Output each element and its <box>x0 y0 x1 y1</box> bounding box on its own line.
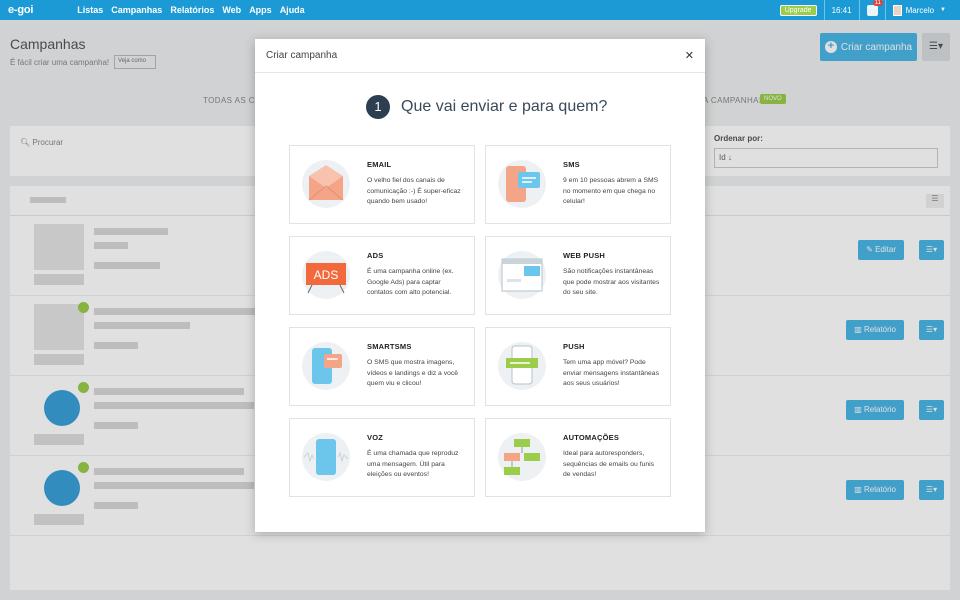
nav-item-web[interactable]: Web <box>222 5 241 15</box>
card-description: São notificações instantâneas que pode m… <box>563 268 660 296</box>
card-description: O SMS que mostra imagens, vídeos e landi… <box>367 359 459 387</box>
user-name[interactable]: Marcelo <box>906 6 934 15</box>
divider <box>823 0 825 20</box>
card-title: WEB PUSH <box>563 251 606 260</box>
card-description: Tem uma app móvel? Pode enviar mensagens… <box>563 359 659 387</box>
user-avatar[interactable] <box>892 4 902 16</box>
svg-text:ADS: ADS <box>314 268 339 282</box>
modal-title: Criar campanha <box>266 50 338 61</box>
channel-card-push[interactable]: PUSH Tem uma app móvel? Pode enviar mens… <box>485 327 671 406</box>
modal-header: Criar campanha <box>255 39 705 73</box>
step-heading: 1 Que vai enviar e para quem? <box>366 95 607 119</box>
card-description: 9 em 10 pessoas abrem a SMS no momento e… <box>563 177 659 205</box>
clock-time: 16:41 <box>831 5 852 15</box>
ads-icon: ADS <box>300 249 352 301</box>
channel-card-ads[interactable]: ADS ADS É uma campanha online (ex. Googl… <box>289 236 475 315</box>
card-title: SMARTSMS <box>367 342 412 351</box>
automation-flow-icon <box>496 431 548 483</box>
divider <box>858 0 860 20</box>
card-title: SMS <box>563 160 580 169</box>
channel-card-sms[interactable]: SMS 9 em 10 pessoas abrem a SMS no momen… <box>485 145 671 224</box>
card-title: PUSH <box>563 342 585 351</box>
top-navbar: e-goi Listas Campanhas Relatórios Web Ap… <box>0 0 960 20</box>
divider <box>884 0 886 20</box>
card-title: ADS <box>367 251 384 260</box>
nav-item-relatorios[interactable]: Relatórios <box>170 5 214 15</box>
card-description: O velho fiel dos canais de comunicação :… <box>367 177 461 205</box>
voice-phone-icon <box>300 431 352 483</box>
notification-count: 11 <box>872 0 883 6</box>
nav-item-campanhas[interactable]: Campanhas <box>111 5 162 15</box>
channel-card-email[interactable]: EMAIL O velho fiel dos canais de comunic… <box>289 145 475 224</box>
nav-item-listas[interactable]: Listas <box>77 5 103 15</box>
notifications-icon[interactable]: 11 <box>866 0 883 16</box>
card-description: É uma campanha online (ex. Google Ads) p… <box>367 268 454 296</box>
smartsms-phone-icon <box>300 340 352 392</box>
app-logo[interactable]: e-goi <box>8 4 33 16</box>
email-envelope-icon <box>300 158 352 210</box>
channel-card-smartsms[interactable]: SMARTSMS O SMS que mostra imagens, vídeo… <box>289 327 475 406</box>
main-nav: Listas Campanhas Relatórios Web Apps Aju… <box>77 5 312 15</box>
sms-phone-icon <box>496 158 548 210</box>
topbar-right: Upgrade 16:41 11 Marcelo ▼ <box>779 0 946 20</box>
card-title: EMAIL <box>367 160 392 169</box>
card-description: Ideal para autoresponders, sequências de… <box>563 450 655 478</box>
push-mobile-icon <box>496 340 548 392</box>
nav-item-ajuda[interactable]: Ajuda <box>280 5 305 15</box>
step-question: Que vai enviar e para quem? <box>401 98 608 115</box>
channel-card-web-push[interactable]: WEB PUSH São notificações instantâneas q… <box>485 236 671 315</box>
card-title: AUTOMAÇÕES <box>563 433 620 442</box>
create-campaign-modal: Criar campanha ✕ 1 Que vai enviar e para… <box>255 39 705 532</box>
nav-item-apps[interactable]: Apps <box>249 5 272 15</box>
channel-card-voz[interactable]: VOZ É uma chamada que reproduz uma mensa… <box>289 418 475 497</box>
channel-card-automacoes[interactable]: AUTOMAÇÕES Ideal para autoresponders, se… <box>485 418 671 497</box>
upgrade-button[interactable]: Upgrade <box>779 4 817 16</box>
close-icon[interactable]: ✕ <box>685 49 694 62</box>
step-number: 1 <box>366 95 390 119</box>
card-title: VOZ <box>367 433 384 442</box>
card-description: É uma chamada que reproduz uma mensagem.… <box>367 450 459 478</box>
chevron-down-icon[interactable]: ▼ <box>940 7 946 13</box>
web-push-browser-icon <box>496 249 548 301</box>
